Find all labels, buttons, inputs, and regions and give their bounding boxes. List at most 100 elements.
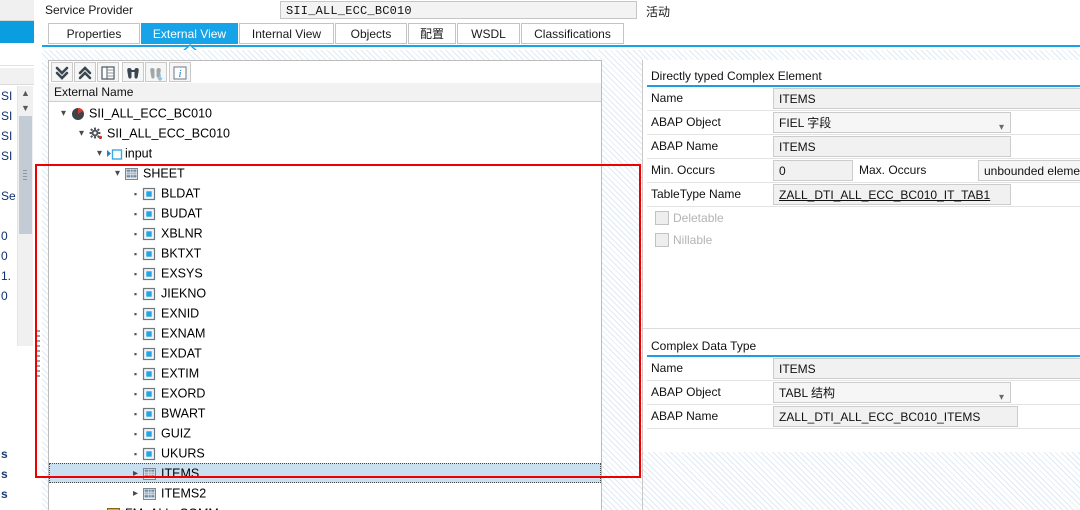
- tab-wsdl[interactable]: WSDL: [457, 23, 520, 44]
- tree-node[interactable]: ▪ GUIZ: [49, 423, 601, 443]
- tree-node[interactable]: ▸ ITEMS: [49, 463, 601, 483]
- element-tree[interactable]: ▾ SII_ALL_ECC_BC010 ▾ SII_ALL_ECC_BC010 ▾ inp…: [49, 103, 601, 510]
- collapse-all-icon[interactable]: [74, 62, 96, 82]
- label-min-occurs: Min. Occurs: [651, 163, 716, 177]
- checkbox-deletable[interactable]: Deletable: [647, 207, 1080, 229]
- leaf-bullet-icon: ▪: [133, 228, 138, 239]
- twisty-collapsed-icon[interactable]: ▸: [129, 484, 142, 504]
- scroll-up-icon[interactable]: ▲: [18, 86, 33, 101]
- complex-data-type-section: Complex Data Type Name ITEMS ABAP Object…: [647, 338, 1080, 429]
- scroll-down-icon[interactable]: ▼: [18, 101, 33, 116]
- application-window: SI SI SI SI Se 0 0 1. 0 sss ▲ ▼ Service Provider…: [0, 0, 1080, 510]
- find-icon[interactable]: [122, 62, 144, 82]
- twisty-expanded-icon[interactable]: ▾: [57, 104, 70, 124]
- tree-node[interactable]: ▪ EXTIM: [49, 363, 601, 383]
- properties-hatch-bottom: [643, 452, 1080, 510]
- field-icon: [142, 327, 158, 341]
- field-icon: [142, 207, 158, 221]
- leaf-bullet-icon: ▪: [133, 208, 138, 219]
- clipped-window-scrollbar[interactable]: ▲ ▼: [17, 86, 33, 346]
- value-max-occurs-text: unbounded element…: [984, 164, 1080, 178]
- tree-node[interactable]: ▪ EXDAT: [49, 343, 601, 363]
- value-cdt-name[interactable]: ITEMS: [773, 358, 1080, 379]
- checkbox-nillable-box-icon[interactable]: [655, 233, 669, 247]
- tree-node[interactable]: ▪ BWART: [49, 403, 601, 423]
- tab-properties[interactable]: Properties: [48, 23, 140, 44]
- section-title-complex-element: Directly typed Complex Element: [647, 68, 1080, 87]
- tree-node[interactable]: ▪ EXORD: [49, 383, 601, 403]
- tab-external-view[interactable]: External View: [141, 23, 238, 44]
- tree-node[interactable]: ▪ XBLNR: [49, 223, 601, 243]
- tree-node[interactable]: ▪ EXNID: [49, 303, 601, 323]
- clipped-window-selected-tab[interactable]: [0, 21, 34, 43]
- label-cdt-abap-name: ABAP Name: [651, 409, 719, 423]
- field-icon: [142, 367, 158, 381]
- service-provider-name-field[interactable]: SII_ALL_ECC_BC010: [280, 1, 637, 19]
- tree-node[interactable]: ▪ BUDAT: [49, 203, 601, 223]
- twisty-collapsed-icon[interactable]: ▸: [93, 504, 106, 510]
- input-icon: [106, 147, 123, 161]
- tree-node-label: EXNAM: [161, 326, 206, 341]
- twisty-expanded-icon[interactable]: ▾: [111, 164, 124, 184]
- value-min-occurs[interactable]: 0: [773, 160, 853, 181]
- tree-node-label: EXNID: [161, 306, 200, 321]
- field-icon: [142, 247, 158, 261]
- tree-node[interactable]: ▾ SII_ALL_ECC_BC010: [49, 103, 601, 123]
- table-view-icon[interactable]: [97, 62, 119, 82]
- tab-classifications[interactable]: Classifications: [521, 23, 624, 44]
- tree-node[interactable]: ▾ input: [49, 143, 601, 163]
- twisty-expanded-icon[interactable]: ▾: [75, 124, 88, 144]
- field-icon: [142, 267, 158, 281]
- tab-objects[interactable]: Objects: [335, 23, 407, 44]
- value-cdt-abap-name[interactable]: ZALL_DTI_ALL_ECC_BC010_ITEMS: [773, 406, 1018, 427]
- tree-node-label: BUDAT: [161, 206, 203, 221]
- checkbox-deletable-box-icon[interactable]: [655, 211, 669, 225]
- row-tabletype-name: TableType Name ZALL_DTI_ALL_ECC_BC010_IT…: [647, 183, 1080, 207]
- content-hatch-top: [42, 50, 1080, 60]
- tree-node[interactable]: ▪ EXSYS: [49, 263, 601, 283]
- content-area: i External Name ▾ SII_ALL_ECC_BC010 ▾ SII_A…: [42, 50, 1080, 510]
- tree-node-label: BLDAT: [161, 186, 201, 201]
- tree-node[interactable]: ▸ ITEMS2: [49, 483, 601, 503]
- checkbox-nillable[interactable]: Nillable: [647, 229, 1080, 251]
- tab-配置[interactable]: 配置: [408, 23, 456, 44]
- clipped-left-window: SI SI SI SI Se 0 0 1. 0 sss ▲ ▼: [0, 0, 34, 510]
- main-window: Service Provider SII_ALL_ECC_BC010 活动 Pr…: [42, 0, 1080, 510]
- splitter-grip-icon[interactable]: [36, 330, 40, 378]
- clipped-window-titlebar: [0, 0, 34, 21]
- field-icon: [142, 427, 158, 441]
- tree-node[interactable]: ▪ EXNAM: [49, 323, 601, 343]
- tree-node[interactable]: ▪ JIEKNO: [49, 283, 601, 303]
- find-next-icon: [145, 62, 167, 82]
- twisty-expanded-icon[interactable]: ▾: [93, 144, 106, 164]
- tab-internal-view[interactable]: Internal View: [239, 23, 334, 44]
- external-view-tree-panel: i External Name ▾ SII_ALL_ECC_BC010 ▾ SII_A…: [48, 60, 602, 510]
- value-max-occurs[interactable]: unbounded element… ▾: [978, 160, 1080, 181]
- tree-node[interactable]: ▪ BLDAT: [49, 183, 601, 203]
- leaf-bullet-icon: ▪: [133, 268, 138, 279]
- value-tabletype-name[interactable]: ZALL_DTI_ALL_ECC_BC010_IT_TAB1: [773, 184, 1011, 205]
- tree-node-label: SII_ALL_ECC_BC010: [107, 126, 230, 141]
- chevron-down-icon[interactable]: ▾: [999, 117, 1004, 132]
- section-title-complex-data-type: Complex Data Type: [647, 338, 1080, 357]
- label-cdt-name: Name: [651, 361, 684, 375]
- tree-node[interactable]: ▪ BKTXT: [49, 243, 601, 263]
- label-max-occurs: Max. Occurs: [859, 163, 927, 177]
- tree-node[interactable]: ▸FM_ALL_COMM: [49, 503, 601, 510]
- value-abap-name[interactable]: ITEMS: [773, 136, 1011, 157]
- tree-node[interactable]: ▾ SII_ALL_ECC_BC010: [49, 123, 601, 143]
- twisty-collapsed-icon[interactable]: ▸: [129, 464, 142, 484]
- chevron-down-icon[interactable]: ▾: [999, 387, 1004, 402]
- tree-node[interactable]: ▪ UKURS: [49, 443, 601, 463]
- properties-panel: Directly typed Complex Element Name ITEM…: [642, 60, 1080, 510]
- leaf-bullet-icon: ▪: [133, 448, 138, 459]
- value-cdt-abap-object[interactable]: TABL 结构 ▾: [773, 382, 1011, 403]
- tree-node-label: EXTIM: [161, 366, 200, 381]
- operation-icon: [88, 127, 104, 141]
- tree-node[interactable]: ▾ SHEET: [49, 163, 601, 183]
- value-abap-object[interactable]: FIEL 字段 ▾: [773, 112, 1011, 133]
- leaf-bullet-icon: ▪: [133, 368, 138, 379]
- value-name[interactable]: ITEMS: [773, 88, 1080, 109]
- info-icon[interactable]: i: [169, 62, 191, 82]
- expand-all-icon[interactable]: [51, 62, 73, 82]
